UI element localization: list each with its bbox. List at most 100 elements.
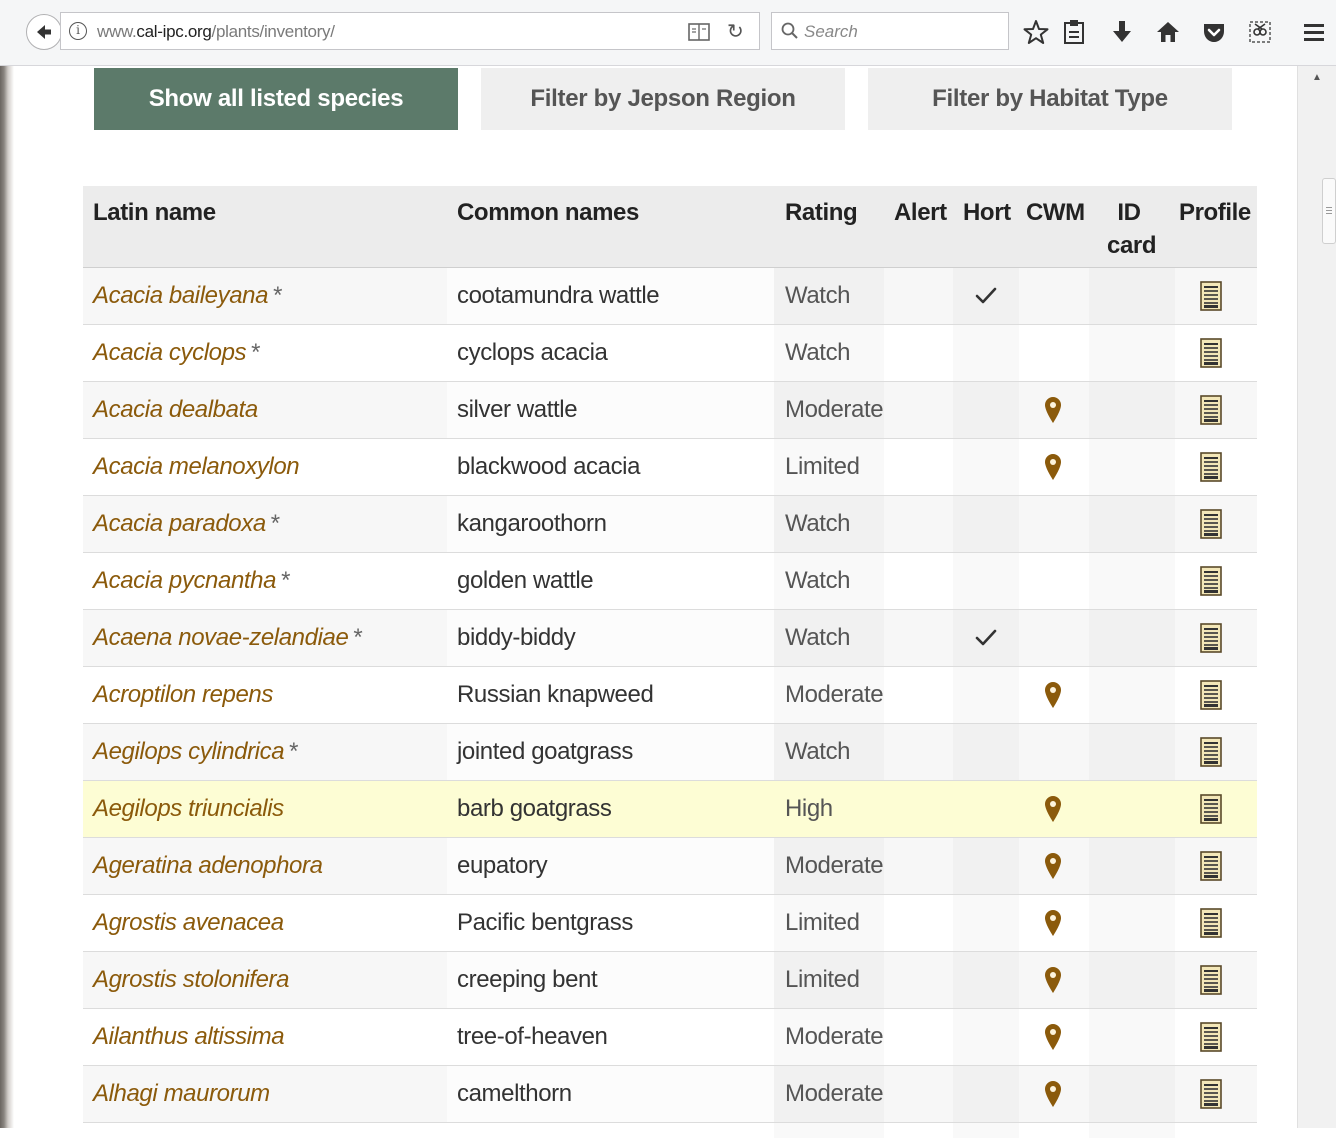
- url-bar[interactable]: i www.cal-ipc.org/plants/inventory/ ↻: [60, 12, 760, 50]
- profile-link[interactable]: [1198, 553, 1224, 609]
- common-name: golden wattle: [457, 567, 594, 594]
- latin-name[interactable]: Acacia paradoxa: [93, 510, 266, 538]
- header-latin-name[interactable]: Latin name: [93, 196, 216, 229]
- latin-name-link[interactable]: Acacia cyclops *: [93, 325, 260, 381]
- profile-link[interactable]: [1198, 667, 1224, 723]
- latin-name-link[interactable]: Agrostis avenacea: [93, 895, 284, 951]
- profile-link[interactable]: [1198, 952, 1224, 1008]
- cwm-map-link[interactable]: [1041, 667, 1065, 723]
- browser-toolbar: i www.cal-ipc.org/plants/inventory/ ↻ Se…: [0, 0, 1336, 66]
- download-icon[interactable]: [1108, 16, 1136, 48]
- latin-name[interactable]: Acacia pycnantha: [93, 567, 276, 595]
- profile-link[interactable]: [1198, 325, 1224, 381]
- profile-link[interactable]: [1198, 781, 1224, 837]
- latin-name-link[interactable]: Aegilops triuncialis: [93, 781, 284, 837]
- latin-name[interactable]: Ageratina adenophora: [93, 852, 323, 880]
- latin-name-link[interactable]: Agrostis stolonifera: [93, 952, 290, 1008]
- cwm-map-link[interactable]: [1041, 439, 1065, 495]
- pocket-icon[interactable]: [1200, 16, 1228, 48]
- table-row: Acacia cyclops * cyclops acacia Watch: [83, 325, 1257, 382]
- document-icon: [1200, 452, 1222, 482]
- latin-name[interactable]: Acroptilon repens: [93, 681, 273, 709]
- profile-link[interactable]: [1198, 268, 1224, 324]
- header-cwm[interactable]: CWM: [1026, 196, 1085, 229]
- latin-name-link[interactable]: Acacia pycnantha *: [93, 553, 290, 609]
- menu-icon[interactable]: [1300, 16, 1328, 48]
- cwm-map-link[interactable]: [1041, 952, 1065, 1008]
- tab-filter-jepson-region[interactable]: Filter by Jepson Region: [481, 68, 845, 130]
- reload-icon[interactable]: ↻: [727, 19, 744, 44]
- cwm-map-link[interactable]: [1041, 382, 1065, 438]
- url-text: www.cal-ipc.org/plants/inventory/: [97, 22, 335, 42]
- bookmark-star-icon[interactable]: [1022, 16, 1050, 48]
- table-row-partial: [83, 1123, 1257, 1138]
- table-row: Acacia paradoxa * kangaroothorn Watch: [83, 496, 1257, 553]
- cwm-map-link[interactable]: [1041, 781, 1065, 837]
- profile-link[interactable]: [1198, 838, 1224, 894]
- header-hort[interactable]: Hort: [963, 196, 1011, 229]
- header-id-card[interactable]: ID card: [1107, 196, 1157, 262]
- header-rating[interactable]: Rating: [785, 196, 858, 229]
- cwm-map-link[interactable]: [1041, 1009, 1065, 1065]
- latin-name[interactable]: Acacia melanoxylon: [93, 453, 300, 481]
- info-icon[interactable]: i: [69, 22, 87, 40]
- latin-name[interactable]: Agrostis stolonifera: [93, 966, 290, 994]
- latin-name[interactable]: Agrostis avenacea: [93, 909, 284, 937]
- cwm-map-link[interactable]: [1041, 838, 1065, 894]
- url-prefix: www.: [97, 22, 137, 41]
- profile-link[interactable]: [1198, 1066, 1224, 1122]
- column-band: [1089, 553, 1175, 609]
- latin-name[interactable]: Aegilops triuncialis: [93, 795, 284, 823]
- latin-name-link[interactable]: Acroptilon repens: [93, 667, 273, 723]
- map-marker-icon: [1045, 397, 1061, 423]
- latin-name[interactable]: Acacia cyclops: [93, 339, 247, 367]
- latin-name[interactable]: Ailanthus altissima: [93, 1023, 285, 1051]
- header-common-names[interactable]: Common names: [457, 196, 639, 229]
- latin-name-link[interactable]: Ageratina adenophora: [93, 838, 323, 894]
- cwm-map-link[interactable]: [1041, 1066, 1065, 1122]
- column-band: [953, 382, 1019, 438]
- reader-view-icon[interactable]: [687, 21, 711, 43]
- profile-link[interactable]: [1198, 895, 1224, 951]
- table-row: Acacia baileyana * cootamundra wattle Watch: [83, 268, 1257, 325]
- profile-link[interactable]: [1198, 382, 1224, 438]
- profile-link[interactable]: [1198, 724, 1224, 780]
- table-row: Acroptilon repens Russian knapweed Moderat…: [83, 667, 1257, 724]
- scrollbar-thumb[interactable]: [1322, 178, 1336, 244]
- latin-name-link[interactable]: Ailanthus altissima: [93, 1009, 285, 1065]
- latin-name-link[interactable]: Acaena novae-zelandiae *: [93, 610, 363, 666]
- column-band: [1089, 610, 1175, 666]
- latin-name[interactable]: Acacia dealbata: [93, 396, 258, 424]
- screenshot-icon[interactable]: [1246, 16, 1274, 48]
- tab-filter-habitat-type[interactable]: Filter by Habitat Type: [868, 68, 1232, 130]
- url-host: cal-ipc.org: [136, 22, 212, 41]
- map-marker-icon: [1045, 796, 1061, 822]
- search-bar[interactable]: Search: [771, 12, 1009, 50]
- latin-name[interactable]: Alhagi maurorum: [93, 1080, 270, 1108]
- column-band: [953, 895, 1019, 951]
- profile-link[interactable]: [1198, 610, 1224, 666]
- latin-name[interactable]: Aegilops cylindrica: [93, 738, 285, 766]
- back-button[interactable]: [26, 14, 62, 50]
- latin-name[interactable]: Acaena novae-zelandiae: [93, 624, 349, 652]
- reading-list-icon[interactable]: [1060, 16, 1088, 48]
- profile-link[interactable]: [1198, 439, 1224, 495]
- header-alert[interactable]: Alert: [894, 196, 947, 229]
- latin-name-link[interactable]: Aegilops cylindrica *: [93, 724, 299, 780]
- latin-name-link[interactable]: Acacia paradoxa *: [93, 496, 280, 552]
- latin-name-link[interactable]: Acacia melanoxylon: [93, 439, 300, 495]
- latin-name[interactable]: Acacia baileyana: [93, 282, 268, 310]
- latin-name-link[interactable]: Acacia dealbata: [93, 382, 258, 438]
- vertical-scrollbar[interactable]: ▲: [1297, 66, 1336, 1128]
- home-icon[interactable]: [1154, 16, 1182, 48]
- tab-show-all-species[interactable]: Show all listed species: [94, 68, 458, 130]
- header-profile[interactable]: Profile: [1179, 196, 1251, 229]
- latin-name-link[interactable]: Acacia baileyana *: [93, 268, 282, 324]
- check-icon: [975, 287, 997, 304]
- latin-name-link[interactable]: Alhagi maurorum: [93, 1066, 270, 1122]
- column-band: [1089, 496, 1175, 552]
- cwm-map-link[interactable]: [1041, 895, 1065, 951]
- profile-link[interactable]: [1198, 1009, 1224, 1065]
- scroll-up-arrow-icon[interactable]: ▲: [1312, 72, 1322, 83]
- profile-link[interactable]: [1198, 496, 1224, 552]
